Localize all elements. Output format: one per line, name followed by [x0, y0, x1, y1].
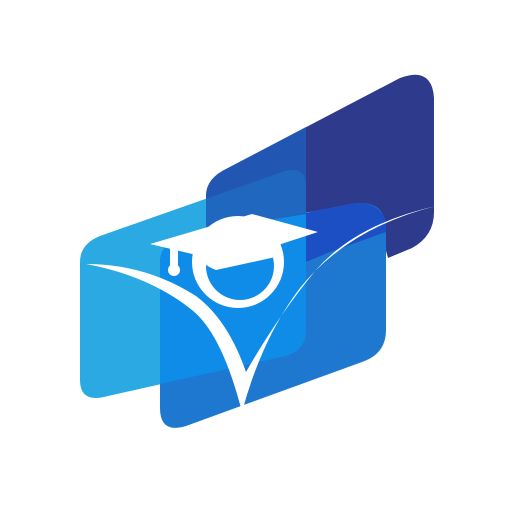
graduate-checkmark-icon — [80, 74, 436, 428]
card-overlap-top — [206, 127, 306, 230]
mortarboard-tassel — [170, 240, 178, 268]
logo-canvas — [0, 0, 512, 512]
tassel-end — [168, 264, 180, 276]
